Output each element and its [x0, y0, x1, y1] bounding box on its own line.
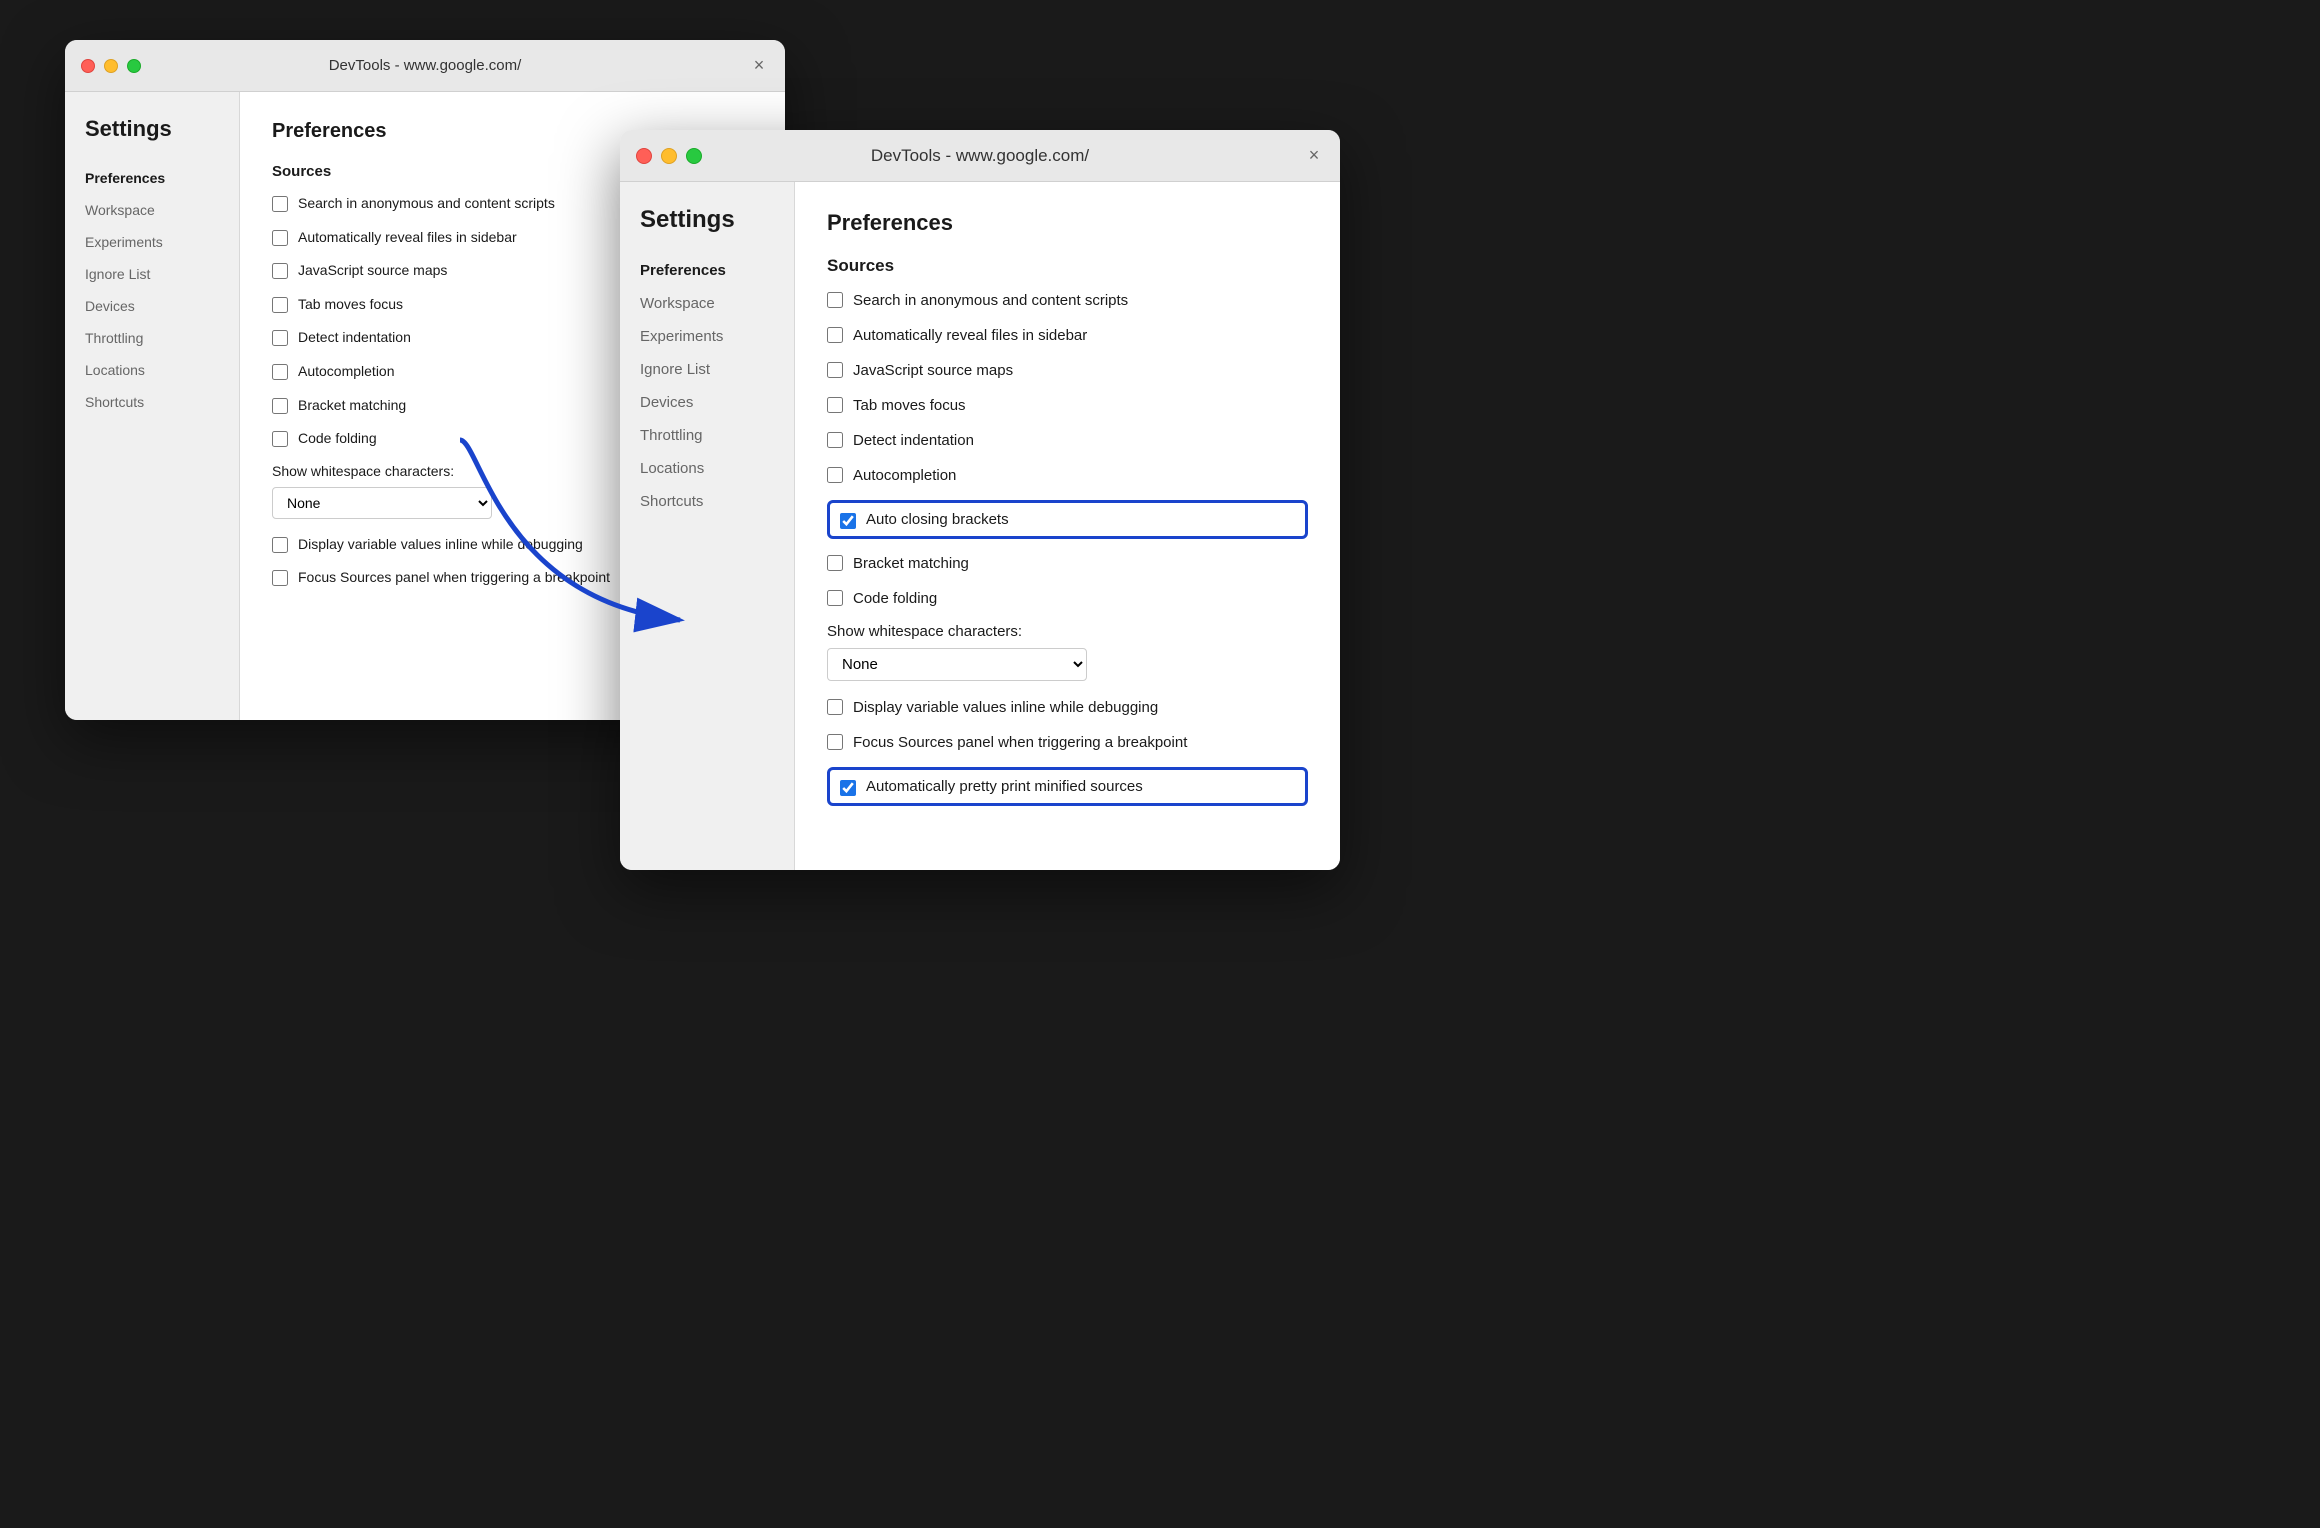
title-bar-1: DevTools - www.google.com/ ×	[65, 40, 785, 92]
checkbox-bracket-matching-1[interactable]	[272, 398, 288, 414]
checkbox-pretty-print-highlighted: Automatically pretty print minified sour…	[827, 767, 1308, 806]
window-title-1: DevTools - www.google.com/	[329, 57, 522, 74]
checkbox-item: JavaScript source maps	[827, 360, 1308, 381]
checkbox-reveal-files-2[interactable]	[827, 327, 843, 343]
checkbox-variable-values-1[interactable]	[272, 537, 288, 553]
checkbox-code-folding-1[interactable]	[272, 431, 288, 447]
checkbox-detect-indent-2[interactable]	[827, 432, 843, 448]
checkbox-auto-closing-highlighted: Auto closing brackets	[827, 500, 1308, 539]
checkbox-item: Focus Sources panel when triggering a br…	[827, 732, 1308, 753]
checkbox-label: Automatically reveal files in sidebar	[853, 325, 1087, 346]
checkbox-item: Automatically reveal files in sidebar	[827, 325, 1308, 346]
checkbox-label: JavaScript source maps	[298, 261, 447, 281]
settings-close-1[interactable]: ×	[749, 56, 769, 76]
sidebar-item-experiments-1[interactable]: Experiments	[65, 226, 239, 258]
checkbox-label: Tab moves focus	[298, 295, 403, 315]
whitespace-select-1[interactable]: None All Trailing	[272, 487, 492, 519]
checkbox-label: Bracket matching	[853, 553, 969, 574]
settings-title-1: Settings	[65, 116, 239, 162]
minimize-button-2[interactable]	[661, 148, 677, 164]
sidebar-item-ignorelist-1[interactable]: Ignore List	[65, 258, 239, 290]
checkbox-label: Code folding	[298, 429, 377, 449]
traffic-lights-2[interactable]	[636, 148, 702, 164]
minimize-button-1[interactable]	[104, 59, 118, 73]
checkbox-item: Display variable values inline while deb…	[827, 697, 1308, 718]
checkbox-label: Focus Sources panel when triggering a br…	[853, 732, 1187, 753]
traffic-lights-1[interactable]	[81, 59, 141, 73]
checkbox-autocompletion-2[interactable]	[827, 467, 843, 483]
checkbox-label: Search in anonymous and content scripts	[298, 194, 555, 214]
checkbox-js-source-maps-1[interactable]	[272, 263, 288, 279]
checkbox-detect-indent-1[interactable]	[272, 330, 288, 346]
checkbox-pretty-print[interactable]	[840, 780, 856, 796]
sidebar-item-ignorelist-2[interactable]: Ignore List	[620, 353, 794, 386]
checkbox-label: Detect indentation	[853, 430, 974, 451]
checkbox-variable-values-2[interactable]	[827, 699, 843, 715]
checkbox-anonymous-scripts-2[interactable]	[827, 292, 843, 308]
checkbox-anonymous-scripts-1[interactable]	[272, 196, 288, 212]
checkbox-label: Detect indentation	[298, 328, 411, 348]
close-button-2[interactable]	[636, 148, 652, 164]
sidebar-item-workspace-2[interactable]: Workspace	[620, 287, 794, 320]
checkbox-item: Autocompletion	[827, 465, 1308, 486]
checkbox-label: Automatically reveal files in sidebar	[298, 228, 517, 248]
checkbox-tab-focus-2[interactable]	[827, 397, 843, 413]
checkbox-label: Search in anonymous and content scripts	[853, 290, 1128, 311]
auto-closing-label: Auto closing brackets	[866, 509, 1009, 530]
sidebar-1: Settings Preferences Workspace Experimen…	[65, 92, 240, 720]
sidebar-item-shortcuts-1[interactable]: Shortcuts	[65, 386, 239, 418]
whitespace-label-2: Show whitespace characters:	[827, 623, 1308, 640]
checkbox-item: Bracket matching	[827, 553, 1308, 574]
checkbox-item: Detect indentation	[827, 430, 1308, 451]
title-bar-2: DevTools - www.google.com/ ×	[620, 130, 1340, 182]
checkbox-autocompletion-1[interactable]	[272, 364, 288, 380]
sidebar-item-locations-2[interactable]: Locations	[620, 452, 794, 485]
sidebar-item-shortcuts-2[interactable]: Shortcuts	[620, 485, 794, 518]
checkbox-reveal-files-1[interactable]	[272, 230, 288, 246]
devtools-window-2: DevTools - www.google.com/ × Settings Pr…	[620, 130, 1340, 870]
checkbox-auto-closing-brackets[interactable]	[840, 513, 856, 529]
checkbox-label: Display variable values inline while deb…	[298, 535, 583, 555]
checkbox-label: Autocompletion	[298, 362, 395, 382]
sidebar-item-devices-2[interactable]: Devices	[620, 386, 794, 419]
pretty-print-label: Automatically pretty print minified sour…	[866, 776, 1143, 797]
close-button-1[interactable]	[81, 59, 95, 73]
sidebar-item-devices-1[interactable]: Devices	[65, 290, 239, 322]
checkbox-item: Code folding	[827, 588, 1308, 609]
checkbox-item: Tab moves focus	[827, 395, 1308, 416]
settings-close-2[interactable]: ×	[1304, 146, 1324, 166]
checkbox-label: Autocompletion	[853, 465, 956, 486]
sidebar-item-experiments-2[interactable]: Experiments	[620, 320, 794, 353]
whitespace-select-row-2: Show whitespace characters: None All Tra…	[827, 623, 1308, 681]
maximize-button-1[interactable]	[127, 59, 141, 73]
whitespace-select-2[interactable]: None All Trailing	[827, 648, 1087, 681]
checkbox-focus-sources-1[interactable]	[272, 570, 288, 586]
sidebar-item-locations-1[interactable]: Locations	[65, 354, 239, 386]
checkbox-bracket-matching-2[interactable]	[827, 555, 843, 571]
checkbox-js-source-maps-2[interactable]	[827, 362, 843, 378]
checkbox-label: JavaScript source maps	[853, 360, 1013, 381]
sidebar-item-preferences-1[interactable]: Preferences	[65, 162, 239, 194]
sidebar-item-throttling-1[interactable]: Throttling	[65, 322, 239, 354]
section-title-2: Preferences	[827, 210, 1308, 236]
checkbox-focus-sources-2[interactable]	[827, 734, 843, 750]
checkbox-label: Focus Sources panel when triggering a br…	[298, 568, 610, 588]
checkbox-label: Tab moves focus	[853, 395, 966, 416]
settings-title-2: Settings	[620, 206, 794, 254]
main-content-2: Preferences Sources Search in anonymous …	[795, 182, 1340, 870]
window-title-2: DevTools - www.google.com/	[871, 146, 1089, 166]
sources-subtitle-2: Sources	[827, 256, 1308, 276]
sidebar-2: Settings Preferences Workspace Experimen…	[620, 182, 795, 870]
checkbox-label: Code folding	[853, 588, 937, 609]
checkbox-label: Display variable values inline while deb…	[853, 697, 1158, 718]
sidebar-item-workspace-1[interactable]: Workspace	[65, 194, 239, 226]
checkbox-code-folding-2[interactable]	[827, 590, 843, 606]
checkbox-item: Search in anonymous and content scripts	[827, 290, 1308, 311]
sidebar-item-preferences-2[interactable]: Preferences	[620, 254, 794, 287]
checkbox-tab-focus-1[interactable]	[272, 297, 288, 313]
settings-body-2: Settings Preferences Workspace Experimen…	[620, 182, 1340, 870]
checkbox-label: Bracket matching	[298, 396, 406, 416]
sidebar-item-throttling-2[interactable]: Throttling	[620, 419, 794, 452]
maximize-button-2[interactable]	[686, 148, 702, 164]
